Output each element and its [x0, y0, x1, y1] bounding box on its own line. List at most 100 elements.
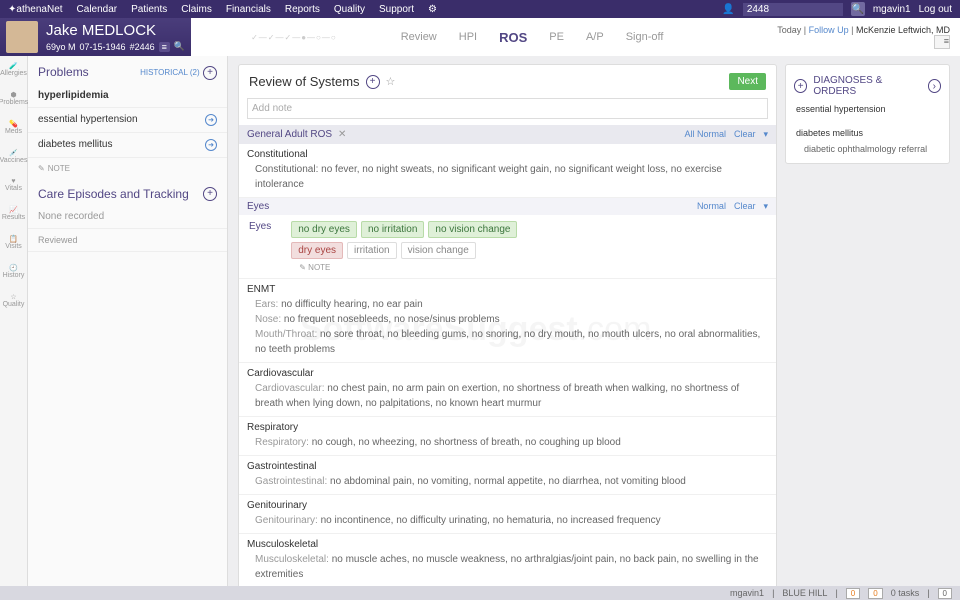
historical-link[interactable]: HISTORICAL (2) [140, 68, 200, 77]
footer-badge-3[interactable]: 0 [938, 588, 952, 599]
rail-problems[interactable]: ⬢Problems [0, 91, 28, 106]
sys-enmt[interactable]: ENMT Ears: no difficulty hearing, no ear … [239, 279, 776, 363]
tab-hpi[interactable]: HPI [459, 31, 477, 43]
menu-patients[interactable]: Patients [131, 4, 167, 15]
add-order-icon[interactable]: + [794, 79, 807, 93]
add-note-input[interactable]: Add note [247, 98, 768, 119]
topbar-search-input[interactable] [743, 3, 843, 16]
problem-item[interactable]: diabetes mellitus➜ [28, 133, 227, 158]
tab-ap[interactable]: A/P [586, 31, 604, 43]
sidebar: Problems HISTORICAL (2) + hyperlipidemia… [28, 56, 228, 586]
rail-visits[interactable]: 📋Visits [5, 235, 22, 250]
topbar: ✦athenaNet Calendar Patients Claims Fina… [0, 0, 960, 18]
eyes-clear-link[interactable]: Clear [734, 201, 756, 212]
tab-ros[interactable]: ROS [499, 30, 527, 45]
sys-line: Cardiovascular: no chest pain, no arm pa… [247, 381, 766, 411]
all-normal-link[interactable]: All Normal [684, 129, 726, 140]
sync-icon[interactable]: ➜ [205, 139, 217, 151]
chip-dry-eyes[interactable]: dry eyes [291, 242, 343, 259]
order-subitem[interactable]: diabetic ophthalmology referral [786, 141, 949, 157]
menu-support[interactable]: Support [379, 4, 414, 15]
sys-genitourinary[interactable]: GenitourinaryGenitourinary: no incontine… [239, 495, 776, 534]
add-ros-icon[interactable]: + [366, 75, 380, 89]
menu-calendar[interactable]: Calendar [77, 4, 118, 15]
sys-gastrointestinal[interactable]: GastrointestinalGastrointestinal: no abd… [239, 456, 776, 495]
sys-line: Respiratory: no cough, no wheezing, no s… [247, 435, 766, 450]
ros-title: Review of Systems [249, 74, 360, 89]
eyes-normal-link[interactable]: Normal [697, 201, 726, 212]
chip-no-vision-change[interactable]: no vision change [428, 221, 517, 238]
rail-vitals[interactable]: ♥Vitals [5, 178, 22, 192]
patient-id: #2446 [130, 42, 155, 52]
rail-quality[interactable]: ☆Quality [3, 293, 25, 308]
star-icon[interactable]: ☆ [386, 75, 396, 88]
patient-avatar[interactable] [6, 21, 38, 53]
problem-item[interactable]: essential hypertension➜ [28, 108, 227, 133]
footer-badge-1[interactable]: 0 [846, 588, 860, 599]
progress-dots: ✓—✓—✓—●—○—○ [251, 33, 337, 42]
sys-title: Respiratory [247, 422, 766, 433]
followup-link[interactable]: Follow Up [809, 25, 849, 35]
search-icon[interactable]: 🔍 [851, 2, 865, 16]
patient-name: Jake MEDLOCK [46, 22, 185, 39]
sys-cardiovascular[interactable]: CardiovascularCardiovascular: no chest p… [239, 363, 776, 417]
sys-constitutional[interactable]: Constitutional Constitutional: no fever,… [239, 144, 776, 198]
eyes-subbar: Eyes Normal Clear ▾ [239, 198, 776, 215]
encounter-tabs: ✓—✓—✓—●—○—○ Review HPI ROS PE A/P Sign-o… [191, 18, 960, 56]
add-problem-icon[interactable]: + [203, 66, 217, 80]
sys-musculoskeletal[interactable]: Musculoskeletal Musculoskeletal: no muscl… [239, 534, 776, 586]
patient-header: Jake MEDLOCK 69yo M 07-15-1946 #2446 ≡ 🔍… [0, 18, 960, 56]
chevron-down-icon[interactable]: ▾ [763, 129, 768, 140]
footer: mgavin1 | BLUE HILL | 0 0 0 tasks | 0 [0, 586, 960, 600]
rail-vaccines[interactable]: 💉Vaccines [0, 149, 27, 164]
menu-reports[interactable]: Reports [285, 4, 320, 15]
tab-review[interactable]: Review [401, 31, 437, 43]
chip-vision-change[interactable]: vision change [401, 242, 476, 259]
clear-link[interactable]: Clear [734, 129, 756, 140]
sync-icon[interactable]: ➜ [205, 114, 217, 126]
search-icon[interactable]: 🔍 [174, 41, 185, 52]
topbar-user[interactable]: mgavin1 [873, 4, 911, 15]
problems-note[interactable]: ✎ NOTE [28, 158, 227, 179]
logout-link[interactable]: Log out [919, 4, 952, 15]
menu-claims[interactable]: Claims [181, 4, 212, 15]
rail-meds[interactable]: 💊Meds [5, 120, 22, 135]
chip-no-irritation[interactable]: no irritation [361, 221, 424, 238]
chevron-down-icon[interactable]: ▾ [763, 201, 768, 212]
sys-respiratory[interactable]: Respiratory Respiratory: no cough, no whe… [239, 417, 776, 456]
next-button[interactable]: Next [729, 73, 766, 90]
sys-line: Musculoskeletal: no muscle aches, no mus… [247, 552, 766, 582]
order-item[interactable]: diabetes mellitus [786, 125, 949, 141]
patient-age: 69yo M [46, 42, 76, 52]
menu-financials[interactable]: Financials [226, 4, 271, 15]
sys-title: Musculoskeletal [247, 539, 766, 550]
sys-title: ENMT [247, 284, 766, 295]
tab-pe[interactable]: PE [549, 31, 564, 43]
chip-irritation[interactable]: irritation [347, 242, 397, 259]
eyes-title[interactable]: Eyes [247, 201, 269, 212]
rail-results[interactable]: 📈Results [2, 206, 25, 221]
eyes-label: Eyes [249, 221, 271, 272]
gear-icon[interactable]: ⚙ [428, 4, 437, 15]
brand-logo[interactable]: ✦athenaNet [8, 4, 63, 15]
eyes-detail: Eyes no dry eyes no irritation no vision… [239, 215, 776, 279]
chip-no-dry-eyes[interactable]: no dry eyes [291, 221, 357, 238]
footer-badge-2[interactable]: 0 [868, 588, 882, 599]
problem-item[interactable]: hyperlipidemia [28, 84, 227, 108]
sys-line: Ears: no difficulty hearing, no ear pain [247, 297, 766, 312]
add-care-icon[interactable]: + [203, 187, 217, 201]
eyes-note[interactable]: ✎ NOTE [291, 263, 517, 272]
care-reviewed: Reviewed [28, 229, 227, 252]
menu-quality[interactable]: Quality [334, 4, 365, 15]
section-name[interactable]: General Adult ROS [247, 129, 332, 140]
patient-tag[interactable]: ≡ [159, 42, 170, 52]
footer-tasks[interactable]: 0 tasks [891, 588, 920, 598]
order-item[interactable]: essential hypertension [786, 101, 949, 117]
rail-allergies[interactable]: 🧪Allergies [0, 62, 27, 77]
rail-history[interactable]: 🕘History [3, 264, 25, 279]
header-action-box[interactable]: ≡ [934, 35, 950, 49]
expand-orders-icon[interactable]: › [928, 79, 941, 93]
tab-signoff[interactable]: Sign-off [626, 31, 664, 43]
close-icon[interactable]: ✕ [338, 129, 346, 140]
orders-title: DIAGNOSES & ORDERS [813, 75, 921, 97]
